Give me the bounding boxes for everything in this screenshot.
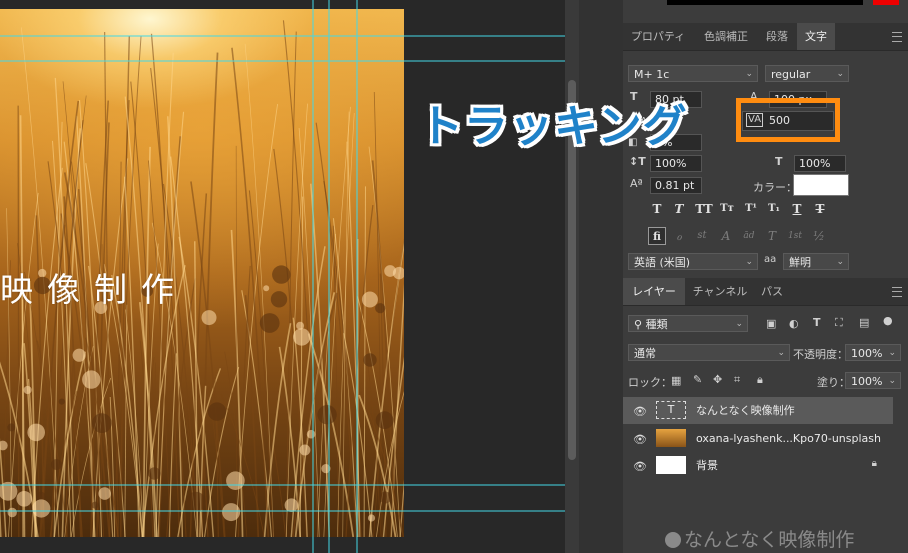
titling-alternates-button[interactable]: T <box>763 227 781 245</box>
pixel-filter-icon[interactable]: ▣ <box>766 317 776 330</box>
layer-name: なんとなく映像制作 <box>696 404 795 417</box>
right-panel: プロパティ 色調補正 段落 文字 M+ 1c ⌄ regular ⌄ T 80 … <box>623 0 908 553</box>
all-caps-button[interactable]: TT <box>695 200 713 218</box>
superscript-button[interactable]: T¹ <box>742 200 760 218</box>
tab-properties[interactable]: プロパティ <box>623 23 693 50</box>
subscript-button[interactable]: T₁ <box>765 200 783 218</box>
tab-adjustments[interactable]: 色調補正 <box>695 23 757 50</box>
ordinals-button[interactable]: 1st <box>786 227 804 245</box>
shape-filter-icon[interactable]: ⛶ <box>835 316 843 330</box>
fill-value: 100% <box>851 375 883 388</box>
panel-gutter <box>579 0 623 553</box>
layers-menu-icon[interactable] <box>892 287 902 297</box>
lock-artboard-icon[interactable]: ⌗ <box>734 373 740 387</box>
layer-name: 背景 <box>696 459 718 472</box>
watermark-logo-icon <box>665 532 681 548</box>
layer-row-text[interactable]: 👁︎ T なんとなく映像制作 <box>623 397 893 424</box>
tracking-highlight <box>736 98 840 142</box>
lock-transparent-icon[interactable]: ▦ <box>671 374 681 387</box>
layer-row-image[interactable]: 👁︎ oxana-lyashenk...Kpo70-unsplash <box>623 425 893 452</box>
antialias-select[interactable]: 鮮明 ⌄ <box>783 253 849 270</box>
layer-filter-select[interactable]: ⚲ 種類 ⌄ <box>628 315 748 332</box>
vertical-scale-icon: ↕T <box>629 155 646 168</box>
font-style-value: regular <box>771 68 811 81</box>
tab-paragraph[interactable]: 段落 <box>759 23 795 50</box>
lock-position-icon[interactable]: ✥ <box>713 373 722 386</box>
swash-button[interactable]: A <box>717 227 735 245</box>
background-layer-thumbnail <box>656 456 686 474</box>
opacity-value: 100% <box>851 347 883 360</box>
watermark: なんとなく映像制作 <box>665 525 854 552</box>
eye-icon[interactable]: 👁︎ <box>633 433 647 446</box>
blend-mode-select[interactable]: 通常 ⌄ <box>628 344 790 361</box>
chevron-down-icon: ⌄ <box>745 69 753 79</box>
watermark-text: なんとなく映像制作 <box>684 529 855 551</box>
color-strip <box>623 0 908 22</box>
chevron-down-icon: ⌄ <box>836 257 844 267</box>
font-family-select[interactable]: M+ 1c ⌄ <box>628 65 758 82</box>
text-layer-thumbnail: T <box>656 401 686 419</box>
properties-tabs: プロパティ 色調補正 段落 文字 <box>623 23 908 51</box>
layer-row-background[interactable]: 👁︎ 背景 🔒︎ <box>623 452 893 479</box>
small-caps-button[interactable]: Tт <box>718 200 736 218</box>
vertical-scale-input[interactable]: 100% <box>650 155 702 172</box>
strikethrough-button[interactable]: T <box>811 200 829 218</box>
lock-icon: 🔒︎ <box>871 458 877 469</box>
antialias-value: 鮮明 <box>789 256 811 269</box>
discretionary-ligature-button[interactable]: st <box>693 227 711 245</box>
language-value: 英語 (米国) <box>634 256 691 269</box>
faux-bold-button[interactable]: T <box>648 200 666 218</box>
overlay-title: トラッキング <box>419 101 688 152</box>
tab-channels[interactable]: チャンネル <box>687 278 753 305</box>
text-color-swatch[interactable] <box>793 174 849 196</box>
opacity-label: 不透明度： <box>793 348 848 361</box>
font-family-value: M+ 1c <box>634 68 670 81</box>
adjustment-filter-icon[interactable]: ◐ <box>789 317 799 330</box>
document-canvas[interactable]: 映像制作 <box>0 0 565 553</box>
layer-name: oxana-lyashenk...Kpo70-unsplash <box>696 432 881 445</box>
chevron-down-icon: ⌄ <box>888 348 896 358</box>
guide-lines <box>0 0 565 553</box>
baseline-shift-icon: Aª <box>630 177 643 190</box>
opacity-select[interactable]: 100% ⌄ <box>845 344 901 361</box>
stylistic-alternates-button[interactable]: ād <box>740 227 758 245</box>
color-bar[interactable] <box>667 0 863 5</box>
faux-italic-button[interactable]: T <box>670 200 688 218</box>
ligature-button[interactable]: fi <box>648 227 666 245</box>
blend-mode-value: 通常 <box>634 347 656 360</box>
contextual-alternates-button[interactable]: ℴ <box>670 227 688 245</box>
lock-label: ロック： <box>628 376 672 389</box>
baseline-shift-input[interactable]: 0.81 pt <box>650 177 702 194</box>
panel-menu-icon[interactable] <box>892 32 902 42</box>
eye-icon[interactable]: 👁︎ <box>633 460 647 473</box>
smart-object-filter-icon[interactable]: ▤ <box>859 316 869 329</box>
tab-layers[interactable]: レイヤー <box>623 278 685 305</box>
type-filter-icon[interactable]: T <box>813 316 821 329</box>
image-layer-thumbnail <box>656 429 686 447</box>
horizontal-scale-icon: T <box>775 155 783 168</box>
chevron-down-icon: ⌄ <box>745 257 753 267</box>
tab-character[interactable]: 文字 <box>797 23 835 50</box>
fractions-button[interactable]: ½ <box>810 227 828 245</box>
horizontal-scale-input[interactable]: 100% <box>794 155 846 172</box>
chevron-down-icon: ⌄ <box>777 348 785 358</box>
filter-toggle-icon[interactable]: ● <box>883 314 893 327</box>
eye-icon[interactable]: 👁︎ <box>633 405 647 418</box>
tab-paths[interactable]: パス <box>755 278 789 305</box>
chevron-down-icon: ⌄ <box>888 376 896 386</box>
color-label: カラー： <box>753 181 797 194</box>
lock-image-icon[interactable]: ✎ <box>693 373 702 386</box>
lock-all-icon[interactable]: 🔒︎ <box>757 373 763 387</box>
antialias-icon: aa <box>764 254 777 265</box>
layers-tabs: レイヤー チャンネル パス <box>623 278 908 306</box>
font-style-select[interactable]: regular ⌄ <box>765 65 849 82</box>
chevron-down-icon: ⌄ <box>735 319 743 329</box>
language-select[interactable]: 英語 (米国) ⌄ <box>628 253 758 270</box>
underline-button[interactable]: T <box>788 200 806 218</box>
search-icon: ⚲ <box>634 318 646 331</box>
chevron-down-icon: ⌄ <box>836 69 844 79</box>
fill-select[interactable]: 100% ⌄ <box>845 372 901 389</box>
layer-filter-value: 種類 <box>645 318 668 331</box>
foreground-color-chip[interactable] <box>873 0 899 5</box>
